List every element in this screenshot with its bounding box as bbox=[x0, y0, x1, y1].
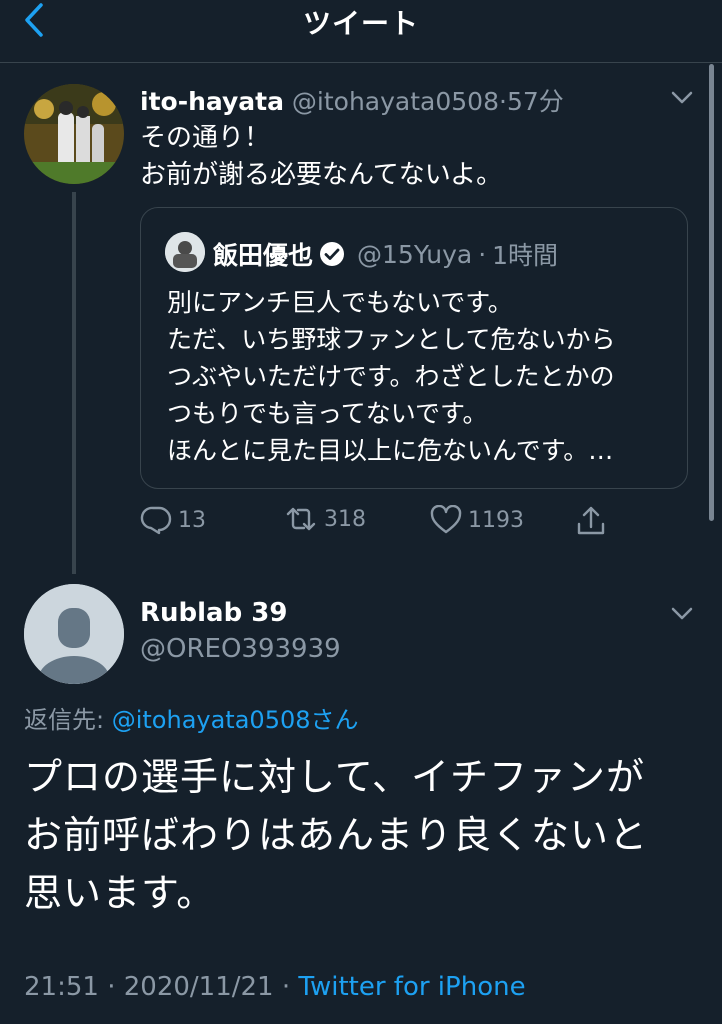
tweet-menu-button[interactable] bbox=[668, 84, 696, 112]
meta-separator: · bbox=[98, 972, 124, 1002]
reply-line: お前呼ばわりはあんまり良くないと bbox=[24, 813, 649, 857]
share-icon bbox=[577, 506, 605, 535]
replying-to-link[interactable]: @itohayata0508さん bbox=[112, 706, 359, 734]
reply-line: プロの選手に対して、イチファンが bbox=[24, 755, 645, 799]
client-link[interactable]: Twitter for iPhone bbox=[298, 972, 525, 1002]
share-button[interactable] bbox=[576, 505, 606, 537]
like-icon bbox=[430, 505, 462, 534]
tweet-line: お前が謝る必要なんてないよ。 bbox=[140, 160, 503, 190]
tweet-author-name[interactable]: ito-hayata bbox=[140, 87, 284, 116]
reply-time: 21:51 bbox=[24, 972, 99, 1002]
quoted-author-handle: @15Yuya bbox=[357, 239, 473, 269]
reply-author-name[interactable]: Rublab 39 bbox=[140, 598, 287, 628]
thread-line bbox=[72, 192, 76, 574]
reply-count: 13 bbox=[178, 507, 206, 533]
reply-body: プロの選手に対して、イチファンが お前呼ばわりはあんまり良くないと 思います。 bbox=[24, 748, 704, 922]
like-count: 1193 bbox=[468, 507, 524, 533]
meta-separator: · bbox=[273, 972, 299, 1002]
tweet-body: その通り！ お前が謝る必要なんてないよ。 bbox=[140, 120, 502, 194]
quoted-avatar bbox=[165, 232, 205, 272]
reply-button[interactable]: 13 bbox=[140, 505, 206, 535]
tweet-header: ito-hayata @itohayata0508·57分 bbox=[140, 82, 564, 118]
quoted-time: 1時間 bbox=[492, 241, 559, 270]
quoted-body: 別にアンチ巨人でもないです。 ただ、いち野球ファンとして危ないから つぶやいただ… bbox=[167, 284, 616, 469]
page-title: ツイート bbox=[302, 7, 419, 40]
header-bar: ツイート bbox=[0, 0, 722, 63]
reply-meta: 21:51 · 2020/11/21 · Twitter for iPhone bbox=[24, 972, 526, 1002]
reply-icon bbox=[140, 506, 172, 535]
chevron-down-icon bbox=[671, 91, 693, 104]
default-avatar-icon bbox=[24, 584, 124, 684]
tweet-line: その通り！ bbox=[140, 123, 271, 153]
reply-menu-button[interactable] bbox=[668, 600, 696, 628]
retweet-count: 318 bbox=[324, 506, 366, 532]
retweet-icon bbox=[286, 507, 316, 531]
reply-line: 思います。 bbox=[24, 871, 216, 915]
reply-date: 2020/11/21 bbox=[123, 972, 274, 1002]
quoted-line: つぶやいただけです。わざとしたとかの bbox=[167, 362, 615, 391]
tweet-time[interactable]: 57分 bbox=[507, 87, 564, 116]
quoted-separator: · bbox=[478, 239, 487, 269]
like-button[interactable]: 1193 bbox=[430, 505, 524, 535]
replying-to: 返信先: @itohayata0508さん bbox=[24, 700, 359, 735]
quoted-line: ただ、いち野球ファンとして危ないから bbox=[167, 325, 616, 354]
quoted-author-name: 飯田優也 bbox=[213, 241, 314, 270]
scrollbar[interactable] bbox=[709, 64, 714, 521]
avatar-default[interactable] bbox=[24, 584, 124, 684]
verified-badge-icon bbox=[319, 241, 345, 267]
quoted-header: 飯田優也 @15Yuya · 1時間 bbox=[213, 236, 558, 272]
quoted-line: 別にアンチ巨人でもないです。 bbox=[167, 288, 513, 317]
quoted-avatar-photo bbox=[165, 232, 205, 272]
tweet-actions: 13 318 1193 bbox=[140, 505, 620, 545]
quoted-line: ほんとに見た目以上に危ないんです。… bbox=[167, 436, 614, 465]
tweet-author-handle[interactable]: @itohayata0508 bbox=[292, 87, 499, 116]
quoted-tweet[interactable]: 飯田優也 @15Yuya · 1時間 別にアンチ巨人でもないです。 ただ、いち野球フ… bbox=[140, 207, 688, 489]
tweet-separator: · bbox=[499, 87, 507, 116]
quoted-line: つもりでも言ってないです。 bbox=[167, 399, 488, 428]
avatar-ito-hayata[interactable] bbox=[24, 84, 124, 184]
replying-to-label: 返信先: bbox=[24, 706, 112, 734]
tweet-detail-screen: ツイート ito-hayata @itohayata0508·57分 その通り！… bbox=[0, 0, 722, 1024]
reply-author-handle[interactable]: @OREO393939 bbox=[140, 634, 341, 664]
retweet-button[interactable]: 318 bbox=[284, 505, 366, 533]
chevron-down-icon bbox=[671, 607, 693, 620]
avatar-photo bbox=[24, 84, 124, 184]
